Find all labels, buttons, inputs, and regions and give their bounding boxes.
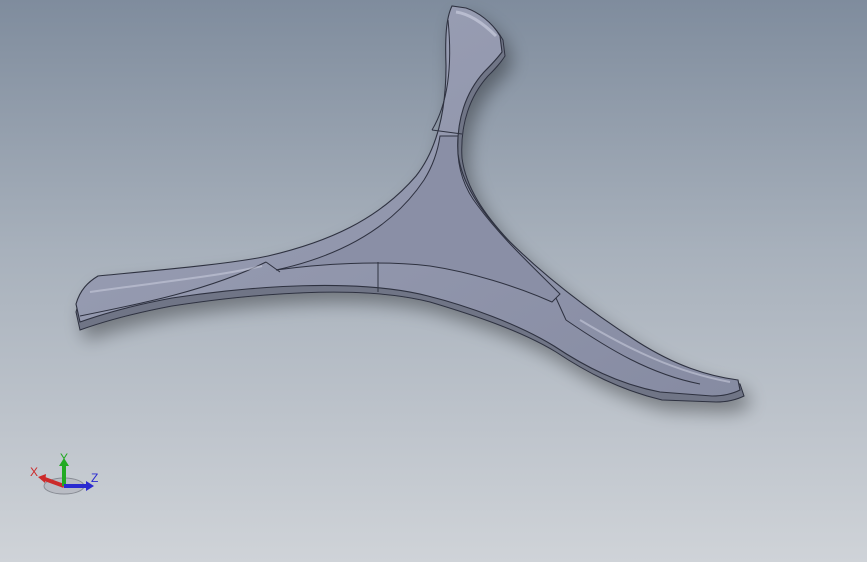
z-axis-label: Z [91, 471, 99, 485]
y-axis-label: Y [60, 451, 69, 465]
graphics-viewport[interactable]: X Y Z [0, 0, 867, 562]
model-view[interactable] [0, 0, 867, 562]
three-arm-part[interactable] [75, 5, 745, 403]
x-axis-head [38, 474, 46, 483]
reference-triad[interactable]: X Y Z [26, 448, 106, 508]
x-axis-label: X [30, 465, 39, 479]
